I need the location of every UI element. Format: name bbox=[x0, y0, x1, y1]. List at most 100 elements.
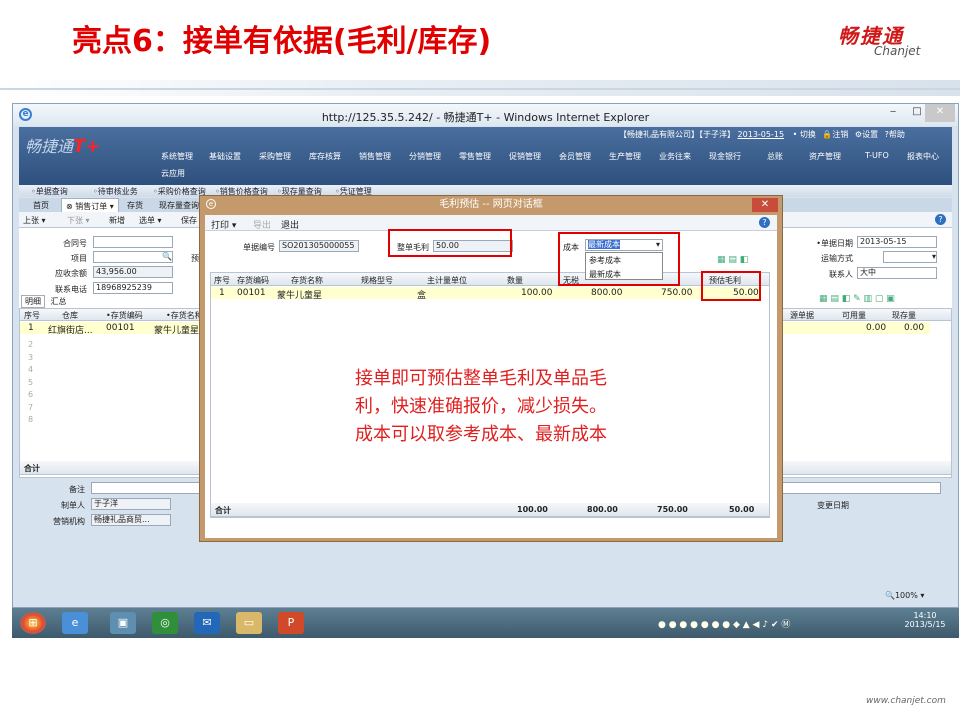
dialog-close-button[interactable]: ✕ bbox=[752, 198, 778, 212]
app-header: 畅捷通T+ 【畅捷礼品有限公司】【于子洋】 2013-05-15 • 切换 🔒注… bbox=[19, 127, 952, 185]
note-line-3: 成本可以取参考成本、最新成本 bbox=[355, 424, 607, 445]
tab-inventory[interactable]: 存货 bbox=[127, 200, 143, 211]
row-num: 5 bbox=[28, 377, 34, 387]
outlook-icon[interactable]: ✉ bbox=[194, 612, 220, 634]
export-button[interactable]: 导出 bbox=[253, 218, 271, 231]
tab-home[interactable]: 首页 bbox=[33, 200, 49, 211]
help-link[interactable]: ?帮助 bbox=[885, 130, 905, 139]
exit-button[interactable]: 退出 bbox=[281, 218, 299, 231]
quicklink-pending[interactable]: ◦待审核业务 bbox=[93, 186, 138, 197]
menu-item-basic[interactable]: 基础设置 bbox=[209, 151, 241, 162]
app-logo: 畅捷通T+ bbox=[25, 136, 101, 157]
menu-item-ledger[interactable]: 总账 bbox=[767, 151, 783, 162]
row-num: 8 bbox=[28, 415, 34, 424]
date-link[interactable]: 2013-05-15 bbox=[738, 130, 785, 139]
tab-stock-query[interactable]: 现存量查询 bbox=[159, 200, 199, 211]
clock[interactable]: 14:10 2013/5/15 bbox=[900, 611, 950, 629]
settings-link[interactable]: ⚙设置 bbox=[855, 130, 878, 139]
contact-input[interactable]: 大中 bbox=[857, 267, 937, 279]
quicklink-purchase-price[interactable]: ◦采购价格查询 bbox=[153, 186, 206, 197]
menu-item-reports[interactable]: 报表中心 bbox=[907, 151, 939, 162]
project-input[interactable]: 🔍 bbox=[93, 251, 173, 263]
phone-input[interactable]: 18968925239 bbox=[93, 282, 173, 294]
org-label: 营销机构 bbox=[53, 517, 85, 526]
margin-grid-header: 序号 存货编码 存货名称 规格型号 主计量单位 数量 无税 预估毛利 bbox=[211, 273, 769, 286]
menu-item-sales[interactable]: 销售管理 bbox=[359, 151, 391, 162]
org-value[interactable]: 畅捷礼品商贸... bbox=[91, 514, 171, 526]
start-button[interactable]: ⊞ bbox=[20, 612, 46, 634]
phone-label: 联系电话 bbox=[55, 285, 87, 294]
col-code: •存货编码 bbox=[106, 311, 143, 320]
row-code: 00101 bbox=[106, 323, 135, 333]
quicklink-query[interactable]: ◦单据查询 bbox=[31, 186, 68, 197]
row-num: 3 bbox=[28, 352, 34, 362]
subtab-summary[interactable]: 汇总 bbox=[48, 296, 70, 307]
prev-button[interactable]: 上张 ▾ bbox=[23, 215, 46, 226]
subtab-detail[interactable]: 明细 bbox=[21, 295, 45, 308]
order-no-value: SO201305000055 bbox=[279, 240, 359, 252]
mrow-name: 蒙牛儿童星 bbox=[277, 291, 323, 301]
dialog-title: 毛利预估 -- 网页对话框 bbox=[439, 199, 543, 210]
item-margin-highlight-box bbox=[701, 271, 761, 301]
clock-date: 2013/5/15 bbox=[904, 620, 946, 629]
mcol-unit: 主计量单位 bbox=[427, 276, 467, 285]
order-date-input[interactable]: 2013-05-15 bbox=[857, 236, 937, 248]
menu-item-purchase[interactable]: 采购管理 bbox=[259, 151, 291, 162]
margin-total-row: 合计 100.00 800.00 750.00 50.00 bbox=[211, 503, 769, 517]
folder-icon[interactable]: ▭ bbox=[236, 612, 262, 634]
order-date-label: •单据日期 bbox=[816, 239, 853, 248]
powerpoint-icon[interactable]: P bbox=[278, 612, 304, 634]
menu-item-cloud[interactable]: 云应用 bbox=[161, 168, 185, 179]
menu-item-member[interactable]: 会员管理 bbox=[559, 151, 591, 162]
annotation-note: 接单即可预估整单毛利及单品毛 利，快速准确报价，减少损失。 成本可以取参考成本、… bbox=[345, 355, 705, 455]
minimize-button[interactable]: ‒ bbox=[881, 104, 905, 122]
menu-item-production[interactable]: 生产管理 bbox=[609, 151, 641, 162]
menu-item-promotion[interactable]: 促销管理 bbox=[509, 151, 541, 162]
menu-item-inventory[interactable]: 库存核算 bbox=[309, 151, 341, 162]
maker-value: 于子洋 bbox=[91, 498, 171, 510]
menu-item-business[interactable]: 业务往来 bbox=[659, 151, 691, 162]
cost-option-reference[interactable]: 参考成本 bbox=[586, 253, 662, 268]
help-icon[interactable]: ? bbox=[935, 214, 946, 225]
zoom-indicator[interactable]: 🔍100% ▾ bbox=[885, 591, 924, 600]
tab-sales-order[interactable]: ⊗ 销售订单 ▾ bbox=[61, 198, 119, 212]
window-title: http://125.35.5.242/ - 畅捷通T+ - Windows I… bbox=[321, 111, 650, 124]
slide-title: 亮点6：接单有依据(毛利/库存) bbox=[72, 24, 492, 59]
grid-tool-icons[interactable]: ▦ ▤ ◧ ✎ ▥ ▢ ▣ bbox=[819, 294, 895, 304]
dialog-help-icon[interactable]: ? bbox=[759, 217, 770, 228]
ie-taskbar-icon[interactable]: e bbox=[62, 612, 88, 634]
row-num: 7 bbox=[28, 402, 34, 412]
note-line-1: 接单即可预估整单毛利及单品毛 bbox=[355, 368, 607, 389]
user-info: 【畅捷礼品有限公司】【于子洋】 2013-05-15 • 切换 🔒注销 ⚙设置 … bbox=[619, 129, 905, 140]
menu-item-distribution[interactable]: 分销管理 bbox=[409, 151, 441, 162]
next-button[interactable]: 下张 ▾ bbox=[67, 215, 90, 226]
computer-icon[interactable]: ▣ bbox=[110, 612, 136, 634]
menu-item-system[interactable]: 系统管理 bbox=[161, 151, 193, 162]
logout-link[interactable]: 🔒注销 bbox=[822, 130, 848, 139]
new-button[interactable]: 新增 bbox=[109, 215, 125, 226]
menu-item-retail[interactable]: 零售管理 bbox=[459, 151, 491, 162]
transport-select[interactable]: ▾ bbox=[883, 251, 937, 263]
mcol-name: 存货名称 bbox=[291, 276, 323, 285]
close-window-button[interactable]: ✕ bbox=[925, 104, 955, 122]
detail-subtabs: 明细 汇总 bbox=[21, 295, 81, 308]
dialog-tool-icons[interactable]: ▦ ▤ ◧ bbox=[717, 255, 748, 265]
mtotal-cost: 750.00 bbox=[657, 505, 688, 514]
app-icon[interactable]: ◎ bbox=[152, 612, 178, 634]
menu-item-ufo[interactable]: T-UFO bbox=[865, 151, 889, 160]
print-button[interactable]: 打印 ▾ bbox=[211, 218, 236, 231]
note-line-2: 利，快速准确报价，减少损失。 bbox=[355, 396, 607, 417]
row-num: 4 bbox=[28, 365, 34, 374]
switch-link[interactable]: • 切换 bbox=[793, 130, 816, 139]
menu-item-assets[interactable]: 资产管理 bbox=[809, 151, 841, 162]
window-titlebar: e http://125.35.5.242/ - 畅捷通T+ - Windows… bbox=[13, 104, 958, 126]
contract-input[interactable] bbox=[93, 236, 173, 248]
empty-row-numbers: 2 3 4 5 6 7 8 bbox=[28, 339, 33, 427]
save-button[interactable]: 保存 bbox=[181, 215, 197, 226]
table-row[interactable]: 1 00101 蒙牛儿童星 盒 100.00 800.00 750.00 50.… bbox=[211, 287, 759, 301]
tray-icons[interactable]: ● ● ● ● ● ● ● ◆ ▲ ◀ ♪ ✔ Ⓜ bbox=[658, 617, 790, 630]
chanjet-logo-en: Chanjet bbox=[874, 44, 921, 58]
select-button[interactable]: 选单 ▾ bbox=[139, 215, 162, 226]
menu-item-cash[interactable]: 现金银行 bbox=[709, 151, 741, 162]
cost-option-latest[interactable]: 最新成本 bbox=[586, 268, 662, 281]
